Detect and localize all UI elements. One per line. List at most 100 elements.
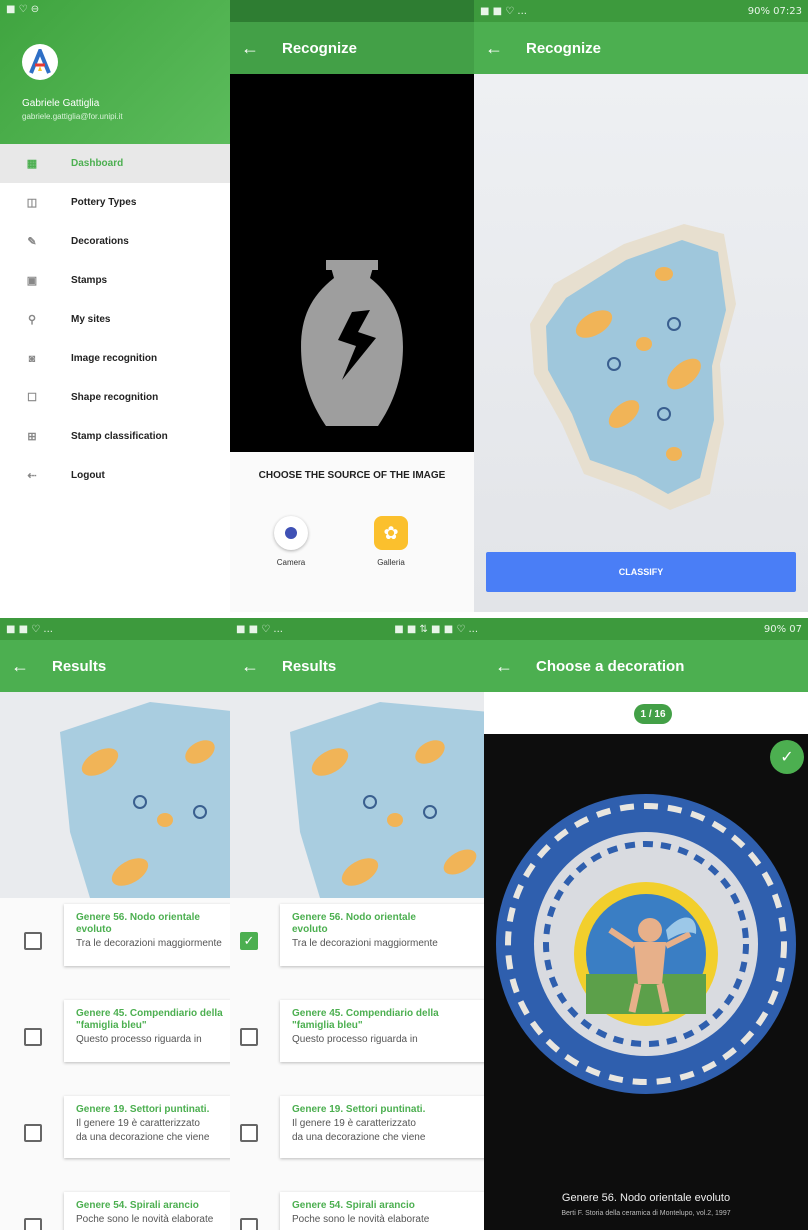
menu-item-stamp-classification[interactable]: ⊞ Stamp classification xyxy=(0,417,230,456)
result-title: Genere 45. Compendiario della xyxy=(76,1008,223,1019)
menu-item-label: Dashboard xyxy=(71,158,124,169)
app-bar: ← Recognize xyxy=(230,22,474,74)
result-title: Genere 54. Spirali arancio xyxy=(76,1200,199,1211)
screen-title: Results xyxy=(52,657,107,675)
screen-title: Results xyxy=(282,657,337,675)
check-icon: ✓ xyxy=(243,933,255,948)
menu-item-decorations[interactable]: ✎ Decorations xyxy=(0,222,230,261)
menu-item-logout[interactable]: ⇠ Logout xyxy=(0,456,230,495)
result-title-line2: "famiglia bleu" xyxy=(76,1020,147,1031)
result-checkbox-checked[interactable]: ✓ xyxy=(240,932,258,950)
result-description-line2: da una decorazione che viene xyxy=(76,1132,210,1143)
status-bar: ■ ■ ♡ ... xyxy=(0,618,230,640)
result-card[interactable]: Genere 54. Spirali arancio Poche sono le… xyxy=(64,1192,230,1230)
pottery-shard-image xyxy=(530,224,736,510)
status-bar: ■ ■ ♡ ... 90% 07:23 xyxy=(474,0,808,22)
result-card[interactable]: Genere 45. Compendiario della "famiglia … xyxy=(64,1000,230,1062)
pottery-shard-image xyxy=(290,702,484,898)
menu-item-label: Logout xyxy=(71,470,105,481)
result-checkbox[interactable] xyxy=(240,1124,258,1142)
result-title: Genere 19. Settori puntinati. xyxy=(76,1104,210,1115)
result-card[interactable]: Genere 54. Spirali arancio Poche sono le… xyxy=(280,1192,484,1230)
dashboard-icon: ▦ xyxy=(26,158,38,170)
drawer-menu: ▦ Dashboard ◫ Pottery Types ✎ Decoration… xyxy=(0,144,230,495)
pottery-photo xyxy=(474,74,808,612)
result-checkbox[interactable] xyxy=(240,1218,258,1230)
back-arrow-icon[interactable]: ← xyxy=(0,656,40,677)
result-checkbox[interactable] xyxy=(24,1124,42,1142)
decorated-plate-image xyxy=(496,794,796,1094)
status-icons: ■ ♡ ⊖ xyxy=(6,4,40,15)
stamp-icon: ▣ xyxy=(26,275,38,287)
menu-item-pottery-types[interactable]: ◫ Pottery Types xyxy=(0,183,230,222)
gallery-button[interactable]: ✿ Galleria xyxy=(356,516,426,567)
app-logo-avatar xyxy=(22,44,58,80)
result-description: Tra le decorazioni maggiormente xyxy=(292,938,438,949)
status-bar xyxy=(230,0,474,22)
result-card[interactable]: Genere 56. Nodo orientale evoluto Tra le… xyxy=(64,904,230,966)
pottery-photo xyxy=(0,692,230,898)
menu-item-dashboard[interactable]: ▦ Dashboard xyxy=(0,144,230,183)
status-bar: 90% 07 xyxy=(484,618,808,640)
result-title: Genere 19. Settori puntinati. xyxy=(292,1104,426,1115)
check-icon: ✓ xyxy=(780,749,794,766)
result-title: Genere 56. Nodo orientale xyxy=(292,912,416,923)
result-checkbox[interactable] xyxy=(24,1218,42,1230)
classify-button[interactable]: CLASSIFY xyxy=(486,552,796,592)
back-arrow-icon[interactable]: ← xyxy=(484,656,524,677)
back-arrow-icon[interactable]: ← xyxy=(230,656,270,677)
logout-arrow-icon: ⇠ xyxy=(27,470,37,482)
result-title-line2: evoluto xyxy=(292,924,328,935)
shape-icon: ☐ xyxy=(27,392,37,404)
decoration-image-area xyxy=(484,734,808,1230)
menu-item-label: My sites xyxy=(71,314,111,325)
drawer-header: ■ ♡ ⊖ Gabriele Gattiglia gabriele.gattig… xyxy=(0,0,230,144)
menu-item-label: Image recognition xyxy=(71,353,158,364)
status-right: 90% 07:23 xyxy=(747,5,802,17)
result-card[interactable]: Genere 45. Compendiario della "famiglia … xyxy=(280,1000,484,1062)
status-icons-right: ■ ■ ⇅ ■ ■ ♡ ... xyxy=(394,623,478,635)
result-checkbox[interactable] xyxy=(240,1028,258,1046)
confirm-check-button[interactable]: ✓ xyxy=(770,740,804,774)
result-description: Questo processo riguarda in xyxy=(292,1034,418,1045)
status-icons: ■ ■ ♡ ... xyxy=(480,5,527,17)
broken-vase-icon xyxy=(301,260,403,426)
result-title-line2: evoluto xyxy=(76,924,112,935)
menu-item-label: Stamps xyxy=(71,275,108,286)
navigation-drawer-screen: ■ ♡ ⊖ Gabriele Gattiglia gabriele.gattig… xyxy=(0,0,230,612)
menu-item-label: Pottery Types xyxy=(71,197,137,208)
user-email: gabriele.gattiglia@for.unipi.it xyxy=(22,112,123,121)
results-screen-checked: ■ ■ ♡ ... ■ ■ ⇅ ■ ■ ♡ ... ← Results ✓ Ge… xyxy=(230,618,484,1230)
results-screen-unchecked: ■ ■ ♡ ... ← Results Genere 56. Nodo orie… xyxy=(0,618,230,1230)
app-bar: ← Results xyxy=(0,640,230,692)
app-bar: ← Choose a decoration xyxy=(484,640,808,692)
screen-title: Recognize xyxy=(526,39,602,57)
result-card[interactable]: Genere 56. Nodo orientale evoluto Tra le… xyxy=(280,904,484,966)
app-bar: ← Results xyxy=(230,640,484,692)
pottery-photo xyxy=(230,692,484,898)
result-title: Genere 45. Compendiario della xyxy=(292,1008,439,1019)
screen-title: Recognize xyxy=(282,39,358,57)
result-card[interactable]: Genere 19. Settori puntinati. Il genere … xyxy=(64,1096,230,1158)
screenshot-collage: ■ ♡ ⊖ Gabriele Gattiglia gabriele.gattig… xyxy=(0,0,808,1230)
menu-item-my-sites[interactable]: ⚲ My sites xyxy=(0,300,230,339)
result-description-line2: da una decorazione che viene xyxy=(292,1132,426,1143)
camera-button[interactable]: Camera xyxy=(256,516,326,567)
back-arrow-icon[interactable]: ← xyxy=(474,38,514,59)
screen-title: Choose a decoration xyxy=(536,657,685,675)
result-title-line2: "famiglia bleu" xyxy=(292,1020,363,1031)
back-arrow-icon[interactable]: ← xyxy=(230,38,270,59)
menu-item-image-recognition[interactable]: ◙ Image recognition xyxy=(0,339,230,378)
result-title: Genere 54. Spirali arancio xyxy=(292,1200,415,1211)
result-checkbox[interactable] xyxy=(24,932,42,950)
page-counter-badge: 1 / 16 xyxy=(634,704,672,724)
menu-item-stamps[interactable]: ▣ Stamps xyxy=(0,261,230,300)
result-card[interactable]: Genere 19. Settori puntinati. Il genere … xyxy=(280,1096,484,1158)
result-description: Questo processo riguarda in xyxy=(76,1034,202,1045)
result-checkbox[interactable] xyxy=(24,1028,42,1046)
menu-item-shape-recognition[interactable]: ☐ Shape recognition xyxy=(0,378,230,417)
recognize-source-screen: ← Recognize CHOOSE THE SOURCE OF THE IMA… xyxy=(230,0,474,612)
decoration-reference: Berti F. Storia della ceramica di Montel… xyxy=(561,1210,731,1217)
camera-icon: ◙ xyxy=(28,352,36,365)
pottery-shard-image xyxy=(60,702,230,898)
